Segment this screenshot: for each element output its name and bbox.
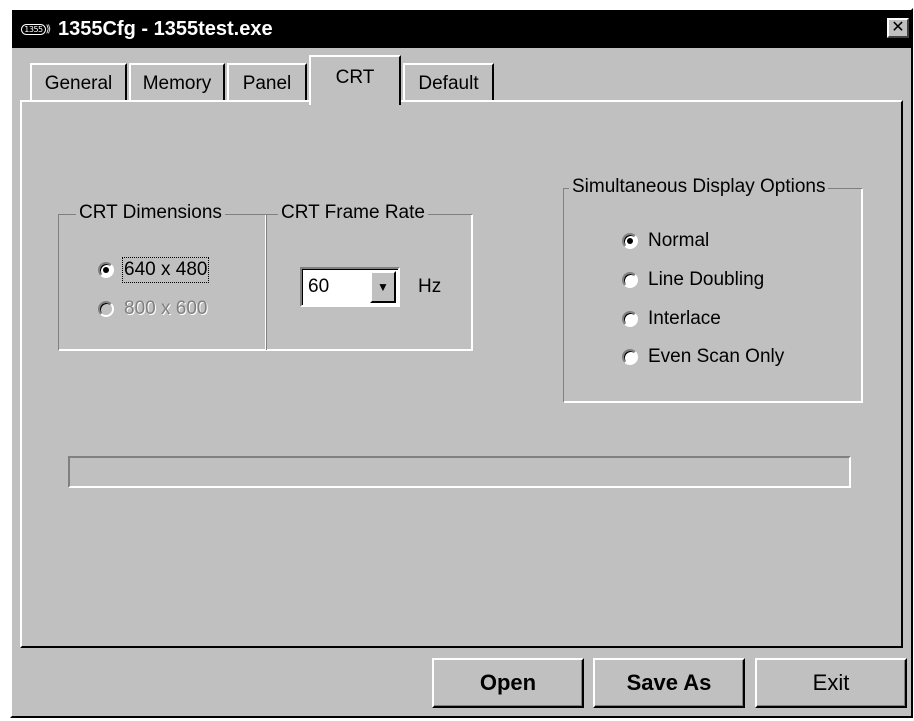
radio-even-scan-only[interactable]: Even Scan Only: [622, 346, 784, 368]
frame-rate-select[interactable]: 60 ▼: [300, 267, 400, 307]
tab-memory[interactable]: Memory: [129, 63, 225, 103]
progress-bar: [68, 456, 851, 488]
window-title: 1355Cfg - 1355test.exe: [58, 17, 273, 40]
tab-crt[interactable]: CRT: [309, 55, 401, 105]
radio-label: 800 x 600: [124, 298, 208, 319]
radio-line-doubling[interactable]: Line Doubling: [622, 269, 764, 291]
radio-label: Normal: [648, 230, 710, 251]
radio-button[interactable]: [622, 311, 638, 327]
tab-panel[interactable]: Panel: [227, 63, 307, 103]
radio-button: [98, 301, 114, 317]
title-bar[interactable]: 1355 ⟫ 1355Cfg - 1355test.exe ✕: [12, 10, 911, 48]
open-button[interactable]: Open: [432, 658, 584, 708]
app-icon: 1355 ⟫: [16, 17, 56, 41]
tab-default[interactable]: Default: [403, 63, 494, 103]
radio-800x600: 800 x 600: [98, 298, 207, 320]
frame-rate-value: 60: [308, 276, 330, 297]
crt-dimensions-group: CRT Dimensions: [58, 202, 266, 350]
simultaneous-display-group: Simultaneous Display Options: [563, 176, 862, 402]
radio-normal[interactable]: Normal: [622, 230, 709, 252]
radio-button[interactable]: [622, 349, 638, 365]
close-icon[interactable]: ✕: [887, 18, 909, 38]
radio-button[interactable]: [622, 272, 638, 288]
radio-label: Line Doubling: [648, 269, 765, 290]
radio-640x480[interactable]: 640 x 480: [98, 257, 210, 283]
radio-label: 640 x 480: [121, 257, 210, 283]
radio-label: Even Scan Only: [648, 346, 785, 367]
radio-button[interactable]: [98, 262, 114, 278]
crt-dimensions-legend: CRT Dimensions: [76, 202, 225, 224]
exit-button[interactable]: Exit: [755, 658, 907, 708]
crt-frame-rate-legend: CRT Frame Rate: [278, 202, 428, 224]
radio-label: Interlace: [648, 308, 721, 329]
tab-general[interactable]: General: [30, 63, 127, 103]
radio-button[interactable]: [622, 233, 638, 249]
radio-interlace[interactable]: Interlace: [622, 308, 721, 330]
frame-rate-unit: Hz: [418, 276, 442, 297]
save-as-button[interactable]: Save As: [593, 658, 745, 708]
chevron-down-icon[interactable]: ▼: [370, 271, 396, 303]
simultaneous-display-legend: Simultaneous Display Options: [569, 176, 829, 198]
